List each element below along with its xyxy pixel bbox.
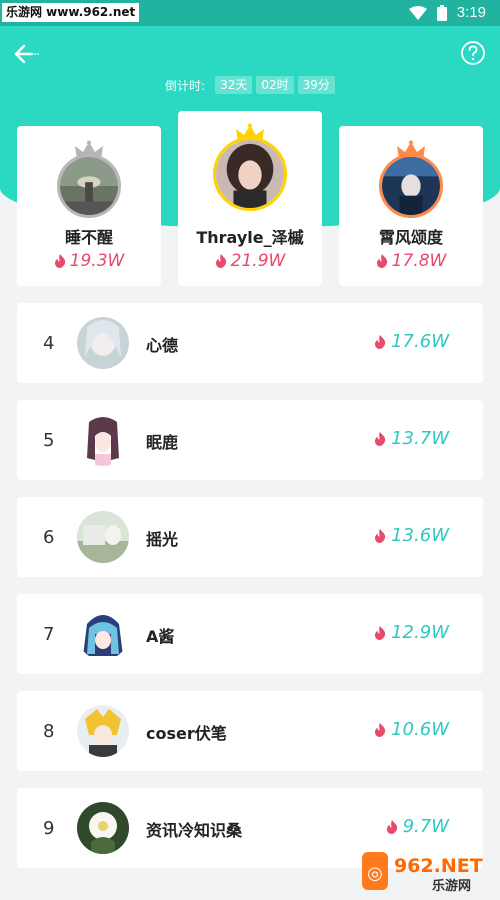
status-bar: 乐游网 www.962.net 3:19 — [0, 0, 500, 26]
list-item[interactable]: 4 心德 17.6W — [17, 303, 483, 383]
fire-icon — [376, 254, 387, 268]
site-watermark: 乐游网 www.962.net — [2, 3, 140, 22]
podium-name: Thrayle_泽槭 — [196, 228, 304, 247]
user-name: coser伏笔 — [146, 724, 227, 743]
status-time: 3:19 — [456, 4, 486, 21]
score: 12.9W — [374, 622, 449, 643]
podium-name: 霄风颂度 — [378, 228, 443, 247]
rank-number: 7 — [43, 624, 55, 645]
list-item[interactable]: 5 眠鹿 13.7W — [17, 400, 483, 480]
avatar — [77, 608, 129, 660]
countdown-timer: 倒计时: 32天 02时 39分 — [0, 75, 500, 95]
score: 17.6W — [374, 331, 449, 352]
list-item[interactable]: 6 摇光 13.6W — [17, 497, 483, 577]
podium-score: 17.8W — [339, 251, 483, 271]
podium-name: 睡不醒 — [64, 228, 113, 247]
fire-icon — [375, 431, 386, 446]
countdown-days: 32天 — [215, 76, 253, 94]
fire-icon — [386, 819, 397, 834]
fire-icon — [375, 625, 386, 640]
top-bar — [0, 36, 500, 72]
svg-text:◎: ◎ — [367, 863, 383, 884]
score: 9.7W — [386, 816, 449, 837]
fire-icon — [375, 334, 386, 349]
ranking-list: 4 心德 17.6W 5 眠鹿 13.7W 6 摇光 13.6W 7 A酱 12… — [17, 303, 483, 885]
battery-icon — [436, 5, 447, 21]
status-right: 3:19 — [408, 3, 486, 23]
back-button[interactable] — [12, 40, 44, 68]
user-name: 心德 — [146, 336, 179, 355]
score-value: 13.6W — [391, 525, 449, 546]
logo-main-text: 962.NET — [394, 855, 483, 877]
podium-card-rank-1[interactable]: Thrayle_泽槭 21.9W — [178, 111, 322, 286]
score-value: 12.9W — [391, 622, 449, 643]
fire-icon — [375, 722, 386, 737]
user-name: 资讯冷知识桑 — [146, 821, 243, 840]
list-item[interactable]: 7 A酱 12.9W — [17, 594, 483, 674]
user-name: 摇光 — [146, 530, 179, 549]
avatar — [77, 705, 129, 757]
podium-score: 19.3W — [17, 251, 161, 271]
user-name: 眠鹿 — [146, 433, 179, 452]
rank-number: 8 — [43, 721, 55, 742]
podium-card-rank-2[interactable]: 睡不醒 19.3W — [17, 126, 161, 286]
score-value: 17.6W — [391, 331, 449, 352]
score-value: 9.7W — [402, 816, 449, 837]
wifi-icon — [408, 6, 427, 20]
avatar — [213, 137, 287, 211]
podium-score-value: 17.8W — [391, 251, 447, 271]
score: 10.6W — [374, 719, 449, 740]
rank-number: 4 — [43, 333, 55, 354]
countdown-minutes: 39分 — [297, 76, 335, 94]
rank-number: 5 — [43, 430, 55, 451]
back-arrow-icon — [14, 44, 39, 64]
score-value: 13.7W — [391, 428, 449, 449]
fire-icon — [215, 254, 226, 268]
avatar — [77, 317, 129, 369]
site-logo-watermark: ◎ 962.NET 乐游网 — [362, 852, 483, 894]
user-name: A酱 — [146, 627, 175, 646]
avatar — [57, 154, 121, 218]
score-value: 10.6W — [391, 719, 449, 740]
avatar — [379, 154, 443, 218]
countdown-hours: 02时 — [256, 76, 294, 94]
countdown-label: 倒计时: — [165, 78, 206, 93]
score: 13.7W — [374, 428, 449, 449]
podium-score: 21.9W — [178, 251, 322, 271]
fire-icon — [375, 528, 386, 543]
avatar — [77, 802, 129, 854]
fire-icon — [54, 254, 65, 268]
score: 13.6W — [374, 525, 449, 546]
rank-number: 6 — [43, 527, 55, 548]
help-icon — [461, 41, 485, 65]
podium-score-value: 19.3W — [69, 251, 125, 271]
help-button[interactable] — [460, 40, 486, 66]
rank-number: 9 — [43, 818, 55, 839]
podium-score-value: 21.9W — [230, 251, 286, 271]
podium-card-rank-3[interactable]: 霄风颂度 17.8W — [339, 126, 483, 286]
avatar — [77, 511, 129, 563]
logo-sub-text: 乐游网 — [432, 878, 471, 894]
list-item[interactable]: 8 coser伏笔 10.6W — [17, 691, 483, 771]
avatar — [77, 414, 129, 466]
